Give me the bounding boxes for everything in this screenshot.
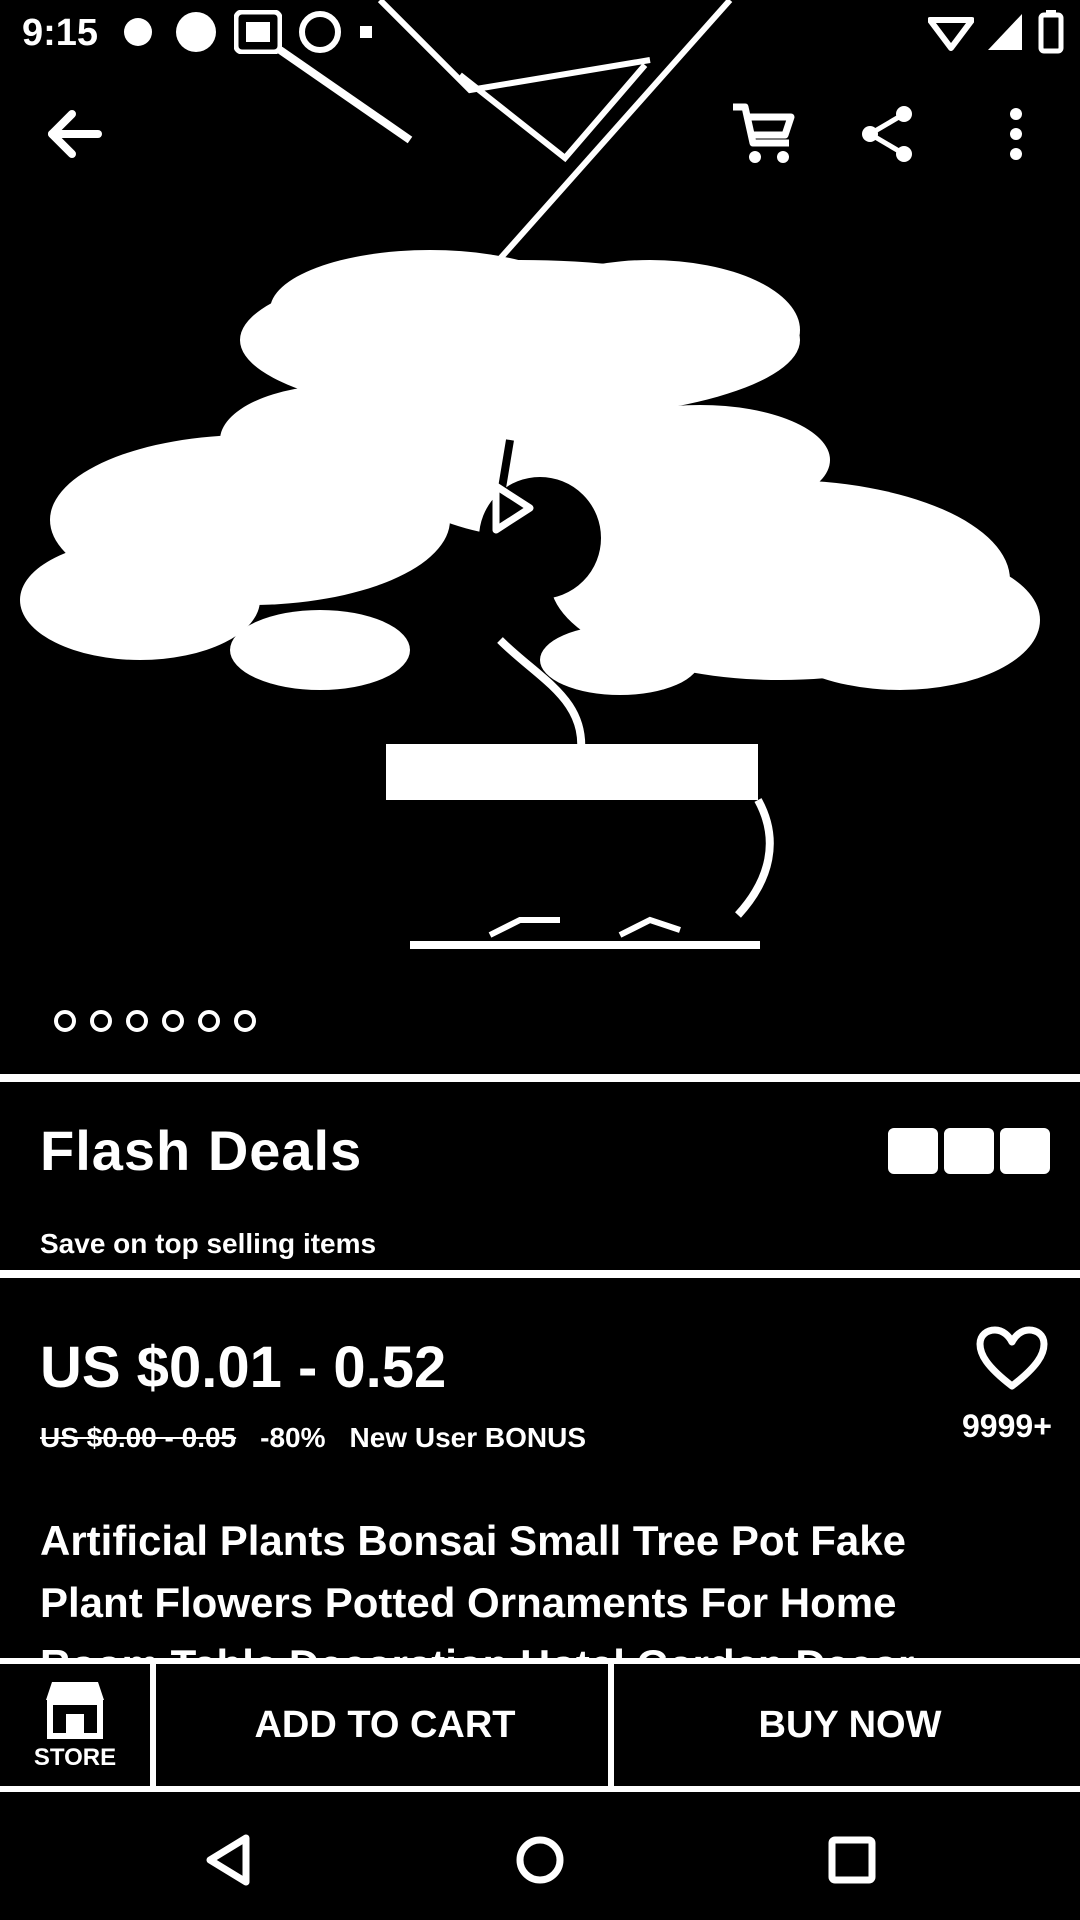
cart-icon [733, 103, 795, 163]
carousel-dot[interactable] [198, 1010, 220, 1032]
new-user-bonus: New User BONUS [349, 1422, 587, 1453]
carousel-indicator [54, 1010, 256, 1032]
battery-icon [1038, 10, 1064, 59]
gear-icon [118, 12, 158, 57]
countdown-seconds [1000, 1128, 1050, 1174]
original-price: US $0.00 - 0.05 [40, 1422, 237, 1453]
system-navigation-bar [0, 1796, 1080, 1920]
wifi-icon [927, 12, 975, 57]
product-title: Artificial Plants Bonsai Small Tree Pot … [40, 1517, 915, 1668]
wishlist-count: 9999+ [962, 1408, 1052, 1444]
store-label: STORE [33, 1744, 117, 1771]
nav-recents-button[interactable] [820, 1828, 884, 1892]
app-notification-icon [174, 10, 218, 59]
play-icon[interactable] [480, 478, 600, 598]
triangle-back-icon [206, 1834, 250, 1886]
flash-deals-subtitle: Save on top selling items [40, 1228, 377, 1259]
dot-icon [358, 24, 374, 45]
system-status-icons [927, 10, 1064, 59]
carousel-dot[interactable] [54, 1010, 76, 1032]
more-vertical-icon [1010, 108, 1022, 160]
nav-home-button[interactable] [508, 1828, 572, 1892]
back-button[interactable] [38, 98, 110, 170]
signal-icon [986, 12, 1026, 57]
store-button[interactable]: STORE [0, 1664, 156, 1786]
countdown-minutes [944, 1128, 994, 1174]
store-icon [46, 1682, 104, 1739]
heart-icon [976, 1326, 1048, 1390]
carousel-dot[interactable] [126, 1010, 148, 1032]
divider [0, 1074, 1080, 1082]
flash-deals-title: Flash Deals [40, 1119, 363, 1182]
price-meta: US $0.00 - 0.05 -80% New User BONUS [40, 1422, 586, 1454]
share-button[interactable] [852, 98, 924, 170]
share-icon [862, 106, 912, 162]
carousel-dot[interactable] [162, 1010, 184, 1032]
square-recents-icon [828, 1836, 876, 1884]
countdown-hours [888, 1128, 938, 1174]
status-time: 9:15 [22, 12, 99, 54]
carousel-dot[interactable] [90, 1010, 112, 1032]
circle-notification-icon [298, 10, 342, 59]
nav-back-button[interactable] [196, 1828, 260, 1892]
message-icon [233, 9, 283, 59]
divider [0, 1270, 1080, 1278]
more-options-button[interactable] [980, 98, 1052, 170]
notification-icons [118, 9, 374, 59]
status-bar: 9:15 [0, 0, 1080, 64]
add-to-cart-button[interactable]: ADD TO CART [162, 1664, 614, 1786]
circle-home-icon [516, 1836, 564, 1884]
wishlist-button[interactable] [976, 1326, 1048, 1392]
arrow-left-icon [48, 110, 102, 158]
discount-badge: -80% [260, 1422, 326, 1453]
countdown-timer [888, 1128, 1050, 1174]
cart-button[interactable] [728, 98, 800, 170]
carousel-dot[interactable] [234, 1010, 256, 1032]
price-range: US $0.01 - 0.52 [40, 1335, 447, 1400]
bottom-action-bar: STORE ADD TO CART BUY NOW [0, 1658, 1080, 1792]
buy-now-button[interactable]: BUY NOW [620, 1664, 1080, 1786]
